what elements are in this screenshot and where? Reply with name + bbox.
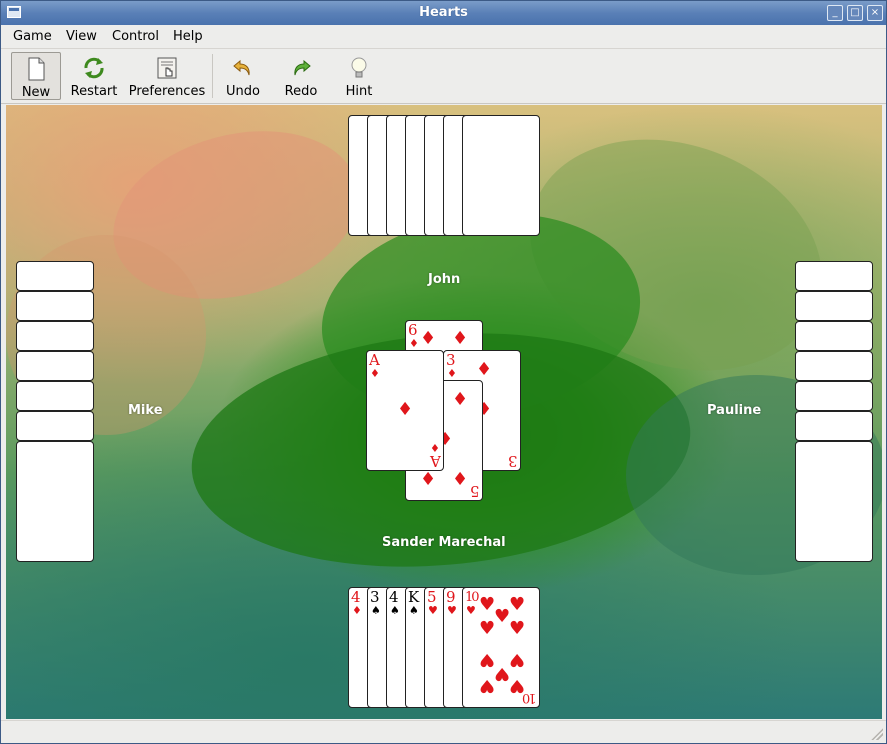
hand-card[interactable]: 10 ♥ ♥ ♥ ♥ ♥ ♥ ♥ ♥ ♥ ♥ ♥ 10 <box>462 587 540 708</box>
heart-icon: ♥ <box>479 594 496 615</box>
diamond-icon: ♦ <box>452 389 469 410</box>
player-name-west: Mike <box>128 403 163 418</box>
west-card <box>16 351 94 381</box>
west-card <box>16 261 94 291</box>
diamond-icon: ♦ <box>447 367 457 380</box>
east-card <box>795 291 873 321</box>
east-card <box>795 351 873 381</box>
lightbulb-icon <box>351 57 367 78</box>
heart-icon: ♥ <box>466 604 476 617</box>
north-card <box>462 115 540 236</box>
hint-button[interactable]: Hint <box>337 52 381 100</box>
east-card <box>795 261 873 291</box>
card-rank: K <box>408 588 420 606</box>
spade-icon: ♠ <box>371 604 381 617</box>
new-label: New <box>21 85 51 100</box>
west-card <box>16 411 94 441</box>
card-rank: 3 <box>508 452 518 470</box>
player-name-east: Pauline <box>707 403 762 418</box>
heart-icon: ♥ <box>509 594 526 615</box>
spade-icon: ♠ <box>390 604 400 617</box>
east-card <box>795 381 873 411</box>
menu-help[interactable]: Help <box>173 29 203 44</box>
maximize-button[interactable]: □ <box>847 5 863 21</box>
redo-label: Redo <box>284 84 318 99</box>
undo-button[interactable]: Undo <box>221 52 265 100</box>
east-card <box>795 441 873 562</box>
card-rank: 3 <box>370 588 380 606</box>
preferences-button[interactable]: Preferences <box>127 52 207 100</box>
card-rank: 3 <box>446 351 456 369</box>
diamond-icon: ♦ <box>420 469 437 490</box>
west-card <box>16 381 94 411</box>
east-card <box>795 411 873 441</box>
menu-game[interactable]: Game <box>13 29 52 44</box>
heart-icon: ♥ <box>509 618 526 639</box>
card-rank: 6 <box>408 321 418 339</box>
trick-card-west: A ♦ ♦ ♦ A <box>366 350 444 471</box>
menu-control[interactable]: Control <box>112 29 159 44</box>
resize-grip[interactable] <box>871 728 883 740</box>
west-card <box>16 441 94 562</box>
card-rank: A <box>430 452 441 470</box>
heart-icon: ♥ <box>428 604 438 617</box>
heart-icon: ♥ <box>479 675 496 696</box>
diamond-icon: ♦ <box>352 604 362 617</box>
west-card <box>16 291 94 321</box>
restart-button[interactable]: Restart <box>67 52 121 100</box>
card-rank: 9 <box>446 588 456 606</box>
undo-icon <box>233 59 250 76</box>
statusbar <box>1 720 886 743</box>
game-table[interactable]: John Mike Pauline Sander Marechal 6 ♦ ♦ … <box>6 105 882 719</box>
heart-icon: ♥ <box>447 604 457 617</box>
hint-label: Hint <box>345 84 373 99</box>
spade-icon: ♠ <box>409 604 419 617</box>
card-rank: 4 <box>389 588 399 606</box>
card-rank: 4 <box>351 588 361 606</box>
titlebar[interactable]: Hearts _ □ × <box>1 1 886 25</box>
heart-icon: ♥ <box>479 618 496 639</box>
diamond-icon: ♦ <box>452 469 469 490</box>
diamond-icon: ♦ <box>397 399 414 420</box>
undo-label: Undo <box>226 84 260 99</box>
toolbar: New Restart Preferences Undo Redo Hint <box>1 50 886 104</box>
card-rank: 10 <box>465 590 479 605</box>
new-document-icon <box>28 57 45 81</box>
hearts-window: Hearts _ □ × Game View Control Help New … <box>0 0 887 744</box>
diamond-icon: ♦ <box>420 328 437 349</box>
diamond-icon: ♦ <box>370 367 380 380</box>
redo-icon <box>294 59 311 76</box>
heart-icon: ♥ <box>479 649 496 670</box>
card-rank: 5 <box>470 482 480 500</box>
preferences-icon <box>157 57 177 79</box>
toolbar-separator <box>212 54 213 98</box>
west-card <box>16 321 94 351</box>
preferences-label: Preferences <box>128 84 206 99</box>
card-rank: 10 <box>524 690 537 705</box>
heart-icon: ♥ <box>494 606 511 627</box>
window-title: Hearts <box>419 5 468 20</box>
east-card <box>795 321 873 351</box>
card-rank: A <box>369 351 380 369</box>
redo-button[interactable]: Redo <box>279 52 323 100</box>
player-name-south: Sander Marechal <box>382 535 506 550</box>
minimize-button[interactable]: _ <box>827 5 843 21</box>
restart-icon <box>84 57 104 79</box>
player-name-north: John <box>428 272 461 287</box>
menu-view[interactable]: View <box>66 29 97 44</box>
diamond-icon: ♦ <box>476 359 493 380</box>
close-button[interactable]: × <box>867 5 883 21</box>
card-rank: 5 <box>427 588 437 606</box>
menubar: Game View Control Help <box>1 25 886 49</box>
diamond-icon: ♦ <box>409 337 419 350</box>
diamond-icon: ♦ <box>452 328 469 349</box>
heart-icon: ♥ <box>509 649 526 670</box>
new-button[interactable]: New <box>11 52 61 100</box>
restart-label: Restart <box>70 84 118 99</box>
heart-icon: ♥ <box>494 663 511 684</box>
